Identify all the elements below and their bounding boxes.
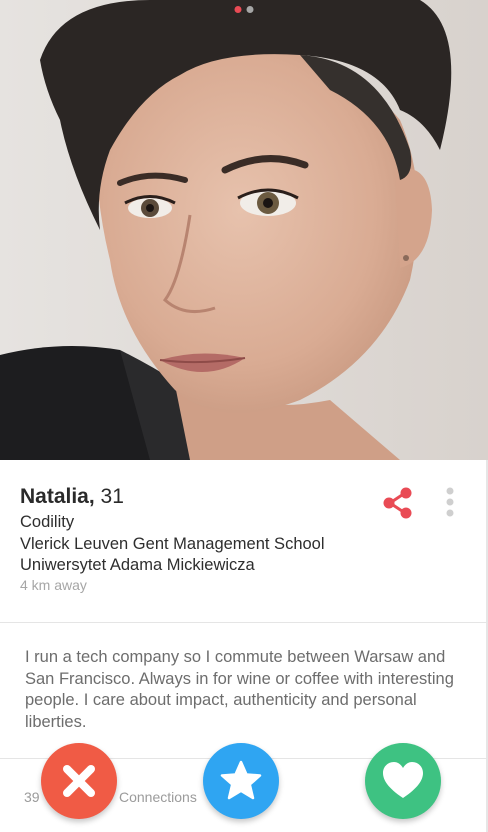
pager-dot[interactable] xyxy=(246,6,254,13)
star-icon xyxy=(220,760,262,800)
like-button[interactable] xyxy=(365,743,441,819)
pager-dot-active[interactable] xyxy=(234,6,242,13)
profile-distance: 4 km away xyxy=(20,577,87,593)
more-options-button[interactable] xyxy=(442,486,458,520)
nope-button[interactable] xyxy=(41,743,117,819)
superlike-button[interactable] xyxy=(203,743,279,819)
bio-section: I run a tech company so I commute betwee… xyxy=(0,622,488,758)
more-vertical-icon xyxy=(446,487,454,517)
profile-name: Natalia, xyxy=(20,485,95,508)
bio-text: I run a tech company so I commute betwee… xyxy=(25,648,454,731)
heart-icon xyxy=(383,762,423,798)
connections-count: 39 xyxy=(24,789,40,805)
connections-label: Connections xyxy=(119,789,197,805)
close-icon xyxy=(63,765,95,797)
profile-photo[interactable] xyxy=(0,0,488,460)
profile-school-1: Vlerick Leuven Gent Management School xyxy=(20,535,325,553)
profile-company: Codility xyxy=(20,513,75,531)
share-button[interactable] xyxy=(381,486,415,520)
profile-age: 31 xyxy=(100,485,124,508)
profile-photo-image xyxy=(0,0,488,460)
profile-school-2: Uniwersytet Adama Mickiewicza xyxy=(20,556,255,574)
profile-info-card[interactable]: Natalia, 31 Codility Vlerick Leuven Gent… xyxy=(0,460,488,622)
profile-name-age: Natalia, 31 xyxy=(20,485,124,509)
share-icon xyxy=(383,487,412,519)
photo-pager xyxy=(234,6,254,13)
